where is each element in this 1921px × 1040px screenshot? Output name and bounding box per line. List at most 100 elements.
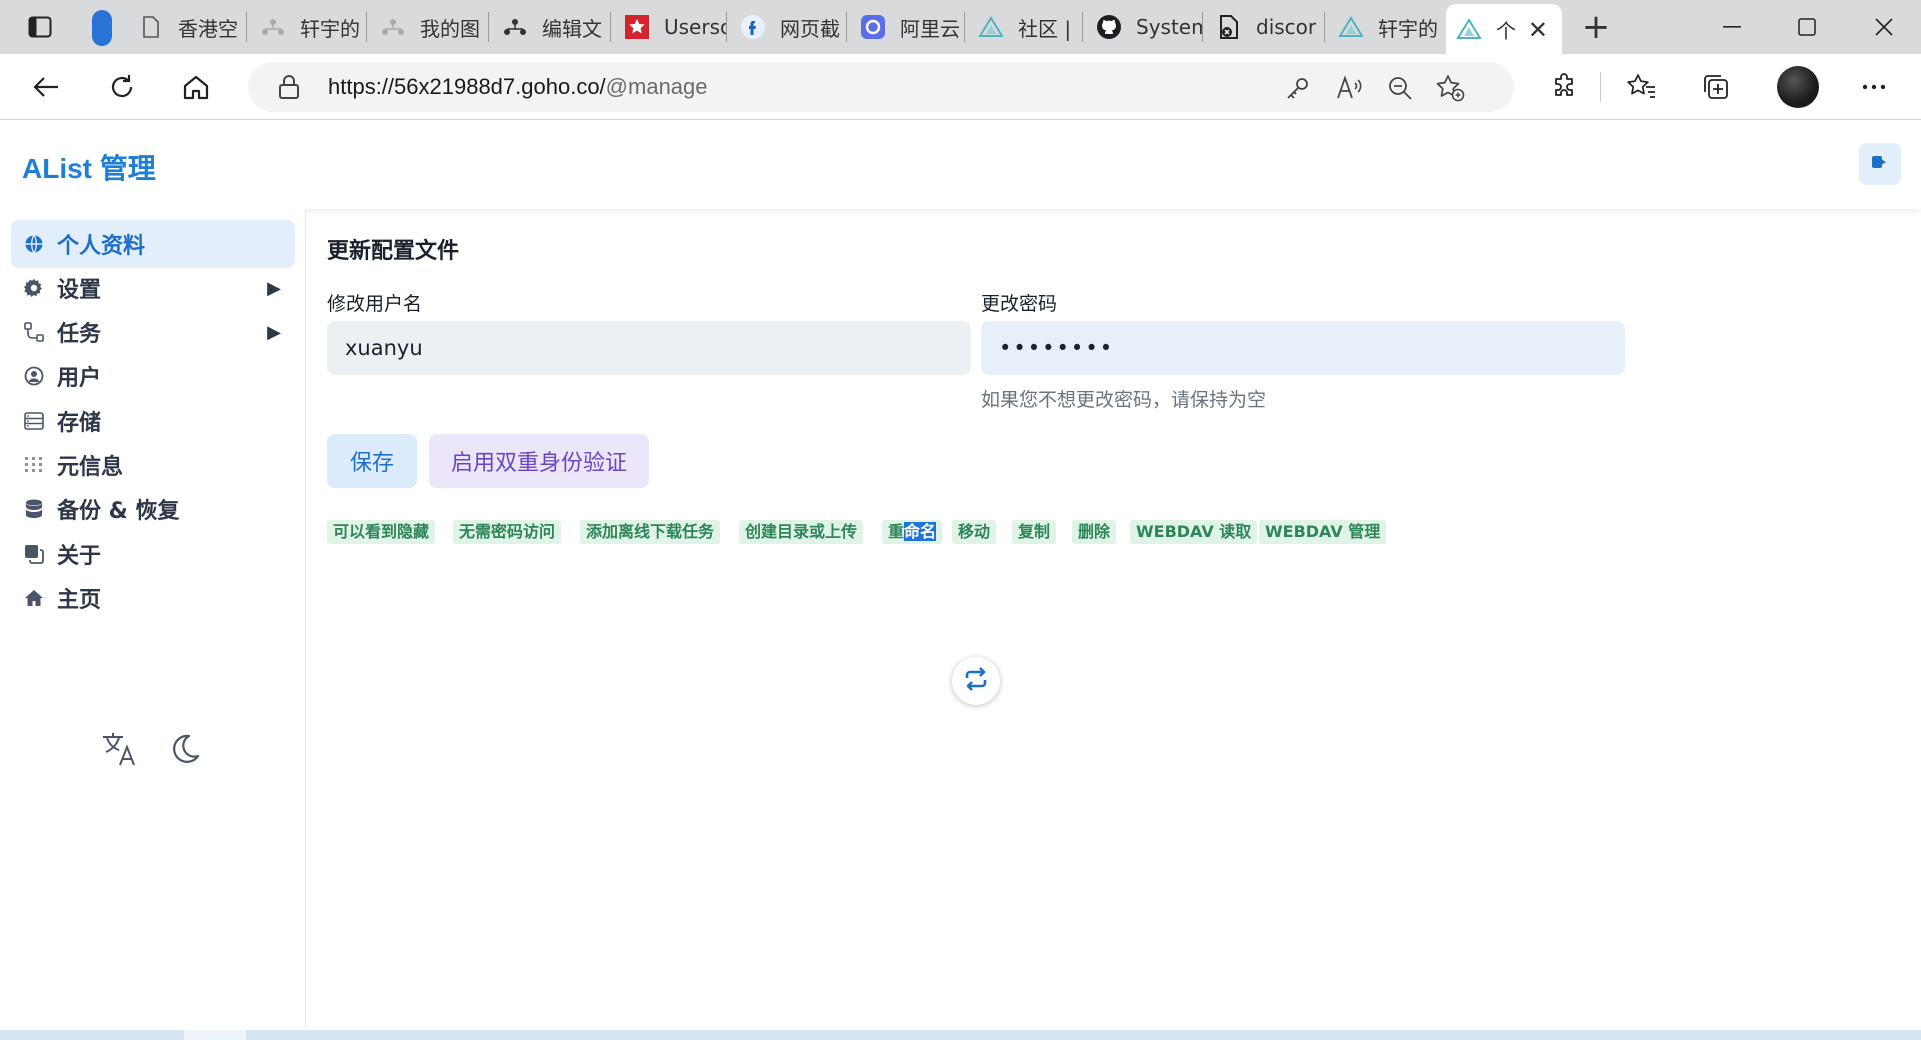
browser-tab[interactable]: discor	[1206, 6, 1324, 48]
tab-title: 轩宇的	[1378, 16, 1438, 41]
browser-tab[interactable]: 社区 |	[968, 6, 1082, 48]
favorites-icon[interactable]	[1620, 66, 1664, 108]
url-text[interactable]: https://56x21988d7.goho.co/@manage	[328, 74, 708, 100]
logout-button[interactable]	[1859, 143, 1901, 185]
browser-tab[interactable]: 我的图	[370, 6, 488, 48]
tab-actions-icon[interactable]	[20, 12, 60, 42]
tab-title: 轩宇的	[300, 16, 360, 41]
save-button[interactable]: 保存	[327, 434, 417, 488]
tab-title: 个	[1496, 18, 1516, 43]
url-main: https://56x21988d7.goho.co/	[328, 74, 606, 99]
expand-caret-icon[interactable]: ▶	[267, 322, 281, 343]
read-aloud-icon[interactable]	[1334, 72, 1366, 104]
key-icon[interactable]	[1282, 72, 1314, 104]
password-input[interactable]: ••••••••	[981, 321, 1625, 375]
github-icon	[1096, 14, 1122, 40]
refresh-icon[interactable]	[100, 66, 144, 108]
toolbar-divider	[1600, 72, 1601, 102]
browser-tab[interactable]: 轩宇的	[250, 6, 366, 48]
dark-mode-moon-icon[interactable]	[165, 729, 205, 769]
alist-icon	[1456, 16, 1482, 42]
browser-tab[interactable]: 网页截	[730, 6, 846, 48]
expand-caret-icon[interactable]: ▶	[267, 278, 281, 299]
close-tab-icon[interactable]: ✕	[1528, 16, 1548, 44]
sidebar-item-backup[interactable]: 备份 & 恢复	[11, 485, 295, 533]
sidebar-item-about[interactable]: 关于	[11, 530, 295, 578]
database-icon	[23, 498, 45, 520]
username-input[interactable]: xuanyu	[327, 321, 971, 375]
section-title: 更新配置文件	[327, 239, 460, 264]
sidebar-item-home[interactable]: 主页	[11, 574, 295, 622]
browser-tab[interactable]: 阿里云	[850, 6, 964, 48]
extensions-icon[interactable]	[1542, 66, 1586, 108]
add-favorite-icon[interactable]	[1434, 72, 1466, 104]
home-icon[interactable]	[174, 66, 218, 108]
copy-icon	[23, 543, 45, 565]
tab-title: Userscr	[664, 15, 726, 39]
tab-title: 社区 |	[1018, 16, 1072, 41]
address-bar[interactable]: https://56x21988d7.goho.co/@manage	[248, 62, 1514, 112]
permission-badge: 创建目录或上传	[739, 520, 864, 544]
rename-selected-text: 命名	[904, 522, 937, 541]
maximize-icon[interactable]	[1779, 10, 1835, 44]
refresh-cycle-icon	[963, 667, 989, 695]
network-icon	[380, 14, 406, 40]
alist-icon	[978, 14, 1004, 40]
globe-icon	[23, 233, 45, 255]
logout-icon	[1871, 154, 1889, 174]
browser-tab[interactable]: System	[1086, 6, 1202, 48]
page-icon	[138, 14, 164, 40]
browser-tab[interactable]: 编辑文	[492, 6, 610, 48]
browser-tab[interactable]: 香港空	[128, 6, 246, 48]
tab-title: 网页截	[780, 16, 840, 41]
sidebar-item-settings[interactable]: 设置 ▶	[11, 264, 295, 312]
sidebar-item-meta[interactable]: 元信息	[11, 441, 295, 489]
tab-separator	[366, 12, 367, 42]
vertical-tabs-indicator[interactable]	[92, 10, 112, 46]
translate-icon[interactable]	[100, 729, 140, 769]
tab-title: System	[1136, 15, 1202, 39]
sidebar-item-profile[interactable]: 个人资料	[11, 220, 295, 268]
sidebar-item-users[interactable]: 用户	[11, 352, 295, 400]
browser-tab-active[interactable]: 个 ✕	[1446, 4, 1562, 54]
sidebar-item-label: 备份 & 恢复	[57, 499, 180, 524]
more-menu-icon[interactable]	[1852, 66, 1896, 108]
username-label: 修改用户名	[327, 293, 423, 315]
minimize-icon[interactable]	[1704, 10, 1760, 44]
app-header: AList 管理	[0, 121, 1921, 209]
sidebar-item-storage[interactable]: 存储	[11, 397, 295, 445]
tab-separator	[846, 12, 847, 42]
browser-tab[interactable]: 轩宇的	[1328, 6, 1442, 48]
browser-tab[interactable]: Userscr	[614, 6, 726, 48]
new-tab-icon[interactable]: +	[1576, 8, 1616, 46]
lock-icon[interactable]	[278, 74, 300, 104]
storage-icon	[23, 410, 45, 432]
permission-badge: 移动	[952, 520, 997, 544]
gear-icon	[23, 277, 45, 299]
sidebar-item-label: 存储	[57, 411, 102, 436]
flow-icon	[23, 321, 45, 343]
close-window-icon[interactable]	[1856, 10, 1912, 44]
user-circle-icon	[23, 365, 45, 387]
permission-badge: 复制	[1012, 520, 1057, 544]
browser-toolbar: https://56x21988d7.goho.co/@manage	[0, 54, 1921, 120]
app-title[interactable]: AList 管理	[22, 147, 156, 187]
tab-separator	[964, 12, 965, 42]
sidebar-item-tasks[interactable]: 任务 ▶	[11, 308, 295, 356]
tab-title: 香港空	[178, 16, 238, 41]
f-logo-icon	[740, 14, 766, 40]
tab-separator	[1202, 12, 1203, 42]
profile-avatar[interactable]	[1777, 66, 1819, 108]
home-icon	[23, 587, 45, 609]
permission-badge: 添加离线下载任务	[580, 520, 721, 544]
collections-icon[interactable]	[1694, 66, 1738, 108]
sidebar: 个人资料 设置 ▶ 任务 ▶ 用户 存储 元信息 备份 & 恢复 关于 主页	[0, 209, 306, 1029]
zoom-out-icon[interactable]	[1384, 72, 1416, 104]
enable-2fa-button[interactable]: 启用双重身份验证	[429, 434, 649, 488]
sidebar-item-label: 用户	[57, 366, 102, 391]
back-icon[interactable]	[24, 66, 68, 108]
star-badge-icon	[624, 14, 650, 40]
permission-badge: WEBDAV 管理	[1259, 520, 1387, 544]
sidebar-item-label: 设置	[57, 278, 102, 303]
tab-separator	[610, 12, 611, 42]
